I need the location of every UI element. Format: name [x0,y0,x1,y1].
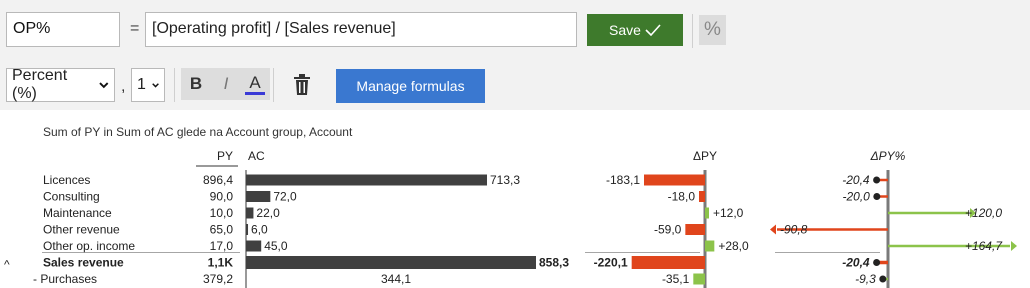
py-value: 379,2 [203,272,233,286]
row-label: Other op. income [43,239,135,253]
delta-pct-arrow [1011,241,1017,251]
ac-value: 72,0 [273,190,297,204]
variance-chart: PY AC ΔPY ΔPY% Licences 896,4 713,3 -183,1 -20,4… [4,149,1017,288]
column-header-delta-py-percent: ΔPY% [870,149,906,163]
delta-pct-value: -20,4 [842,256,870,270]
ac-value: 22,0 [256,206,280,220]
delta-pct-dot [873,193,881,200]
py-value: 90,0 [210,190,234,204]
delta-py-value: -183,1 [606,173,640,187]
ac-value: 45,0 [264,239,288,253]
row-label: Other revenue [43,223,120,237]
delta-pct-dot [873,176,881,184]
ac-bar [246,256,536,269]
delta-py-value: -18,0 [668,190,696,204]
ac-value: 858,3 [539,256,569,270]
delta-pct-value: +164,7 [965,239,1003,253]
delta-py-value: -59,0 [654,223,682,237]
py-value: 1,1K [208,256,234,270]
column-header-ac: AC [248,149,265,163]
delta-py-bar [705,207,709,219]
ac-value: 713,3 [490,173,520,187]
ac-bar [246,191,271,202]
delta-py-bar [644,174,705,186]
row-label: Consulting [43,190,100,204]
ac-bar [246,240,262,252]
py-value: 10,0 [210,206,234,220]
py-value: 17,0 [210,239,234,253]
delta-py-bar [693,273,705,285]
row-label: Maintenance [43,206,112,220]
column-header-delta-py: ΔPY [693,149,717,163]
delta-py-value: -220,1 [594,256,628,270]
delta-pct-dot [879,275,887,283]
collapse-chevron-icon: ^ [4,258,10,272]
delta-pct-value: +120,0 [965,206,1002,220]
delta-py-value: +28,0 [718,239,749,253]
delta-py-value: +12,0 [713,206,744,220]
delta-py-bar [631,256,705,269]
row-label: - Purchases [33,272,97,286]
ac-bar [246,224,249,235]
ac-bar [246,207,254,219]
delta-pct-dot [873,259,881,266]
ac-value: 344,1 [381,272,411,286]
column-header-py: PY [217,149,233,163]
delta-py-bar [685,224,705,235]
py-value: 65,0 [210,223,234,237]
delta-py-bar [699,191,705,202]
ac-value: 6,0 [251,223,268,237]
delta-pct-value: -20,0 [842,190,870,204]
row-label: Licences [43,173,90,187]
row-label: Sales revenue [43,256,124,270]
delta-py-bar [705,240,715,252]
delta-pct-value: -9,3 [855,272,876,286]
delta-pct-value: -20,4 [842,173,870,187]
ac-bar [246,174,488,186]
delta-pct-arrow [770,224,776,235]
delta-pct-value: -90,8 [780,223,808,237]
py-value: 896,4 [203,173,233,187]
delta-py-value: -35,1 [662,272,690,286]
